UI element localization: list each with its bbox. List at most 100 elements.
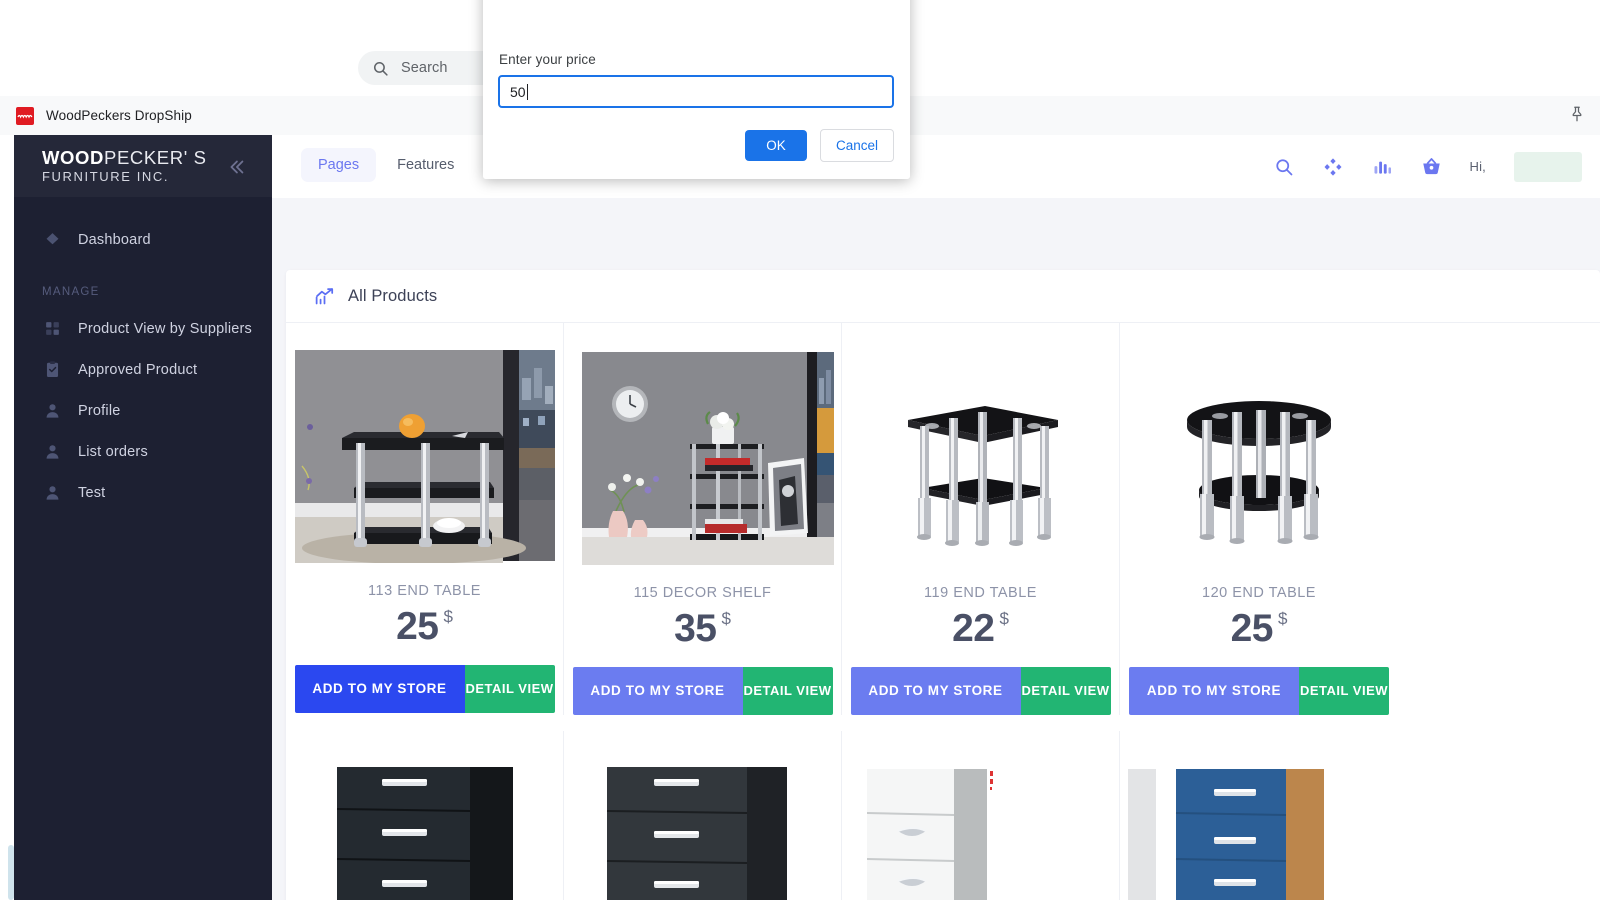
user-greeting: Hi, <box>1469 159 1486 174</box>
sidebar-item-list-orders[interactable]: List orders <box>14 431 272 472</box>
add-to-my-store-button[interactable]: ADD TO MY STORE <box>294 665 465 713</box>
diamond-icon <box>42 230 62 250</box>
product-grid-row-2 <box>286 731 1600 900</box>
tab-pages[interactable]: Pages <box>301 148 377 182</box>
user-icon <box>42 483 62 503</box>
basket-icon[interactable] <box>1421 156 1442 177</box>
sidebar-item-label: Test <box>78 484 106 501</box>
user-icon <box>42 442 62 462</box>
product-image-blue-dresser[interactable] <box>1128 749 1390 900</box>
product-image-black-square-table[interactable] <box>849 348 1112 565</box>
price-input[interactable]: 50 <box>498 75 894 108</box>
bookmark-woodpeckers-dropship[interactable]: WoodPeckers DropShip <box>16 103 192 128</box>
sidebar: WOODPECKER' S FURNITURE INC. Dashboard M… <box>14 135 272 900</box>
product-name: 119 END TABLE <box>924 585 1037 601</box>
product-image-decor-shelf[interactable] <box>571 348 834 565</box>
brand-name-bold: WOOD <box>42 147 105 169</box>
user-icon <box>42 401 62 421</box>
product-image-glass-end-table[interactable] <box>293 348 556 563</box>
chevron-double-left-icon[interactable] <box>222 153 250 181</box>
price-input-value: 50 <box>510 83 526 100</box>
product-card <box>842 731 1120 900</box>
sidebar-item-label: Approved Product <box>78 361 198 378</box>
product-card <box>1120 731 1398 900</box>
sidebar-nav: Dashboard MANAGE Product View by Supplie… <box>14 197 272 513</box>
product-image-white-dresser[interactable] <box>849 749 1112 900</box>
detail-view-button[interactable]: DETAIL VIEW <box>1020 667 1111 715</box>
product-actions: ADD TO MY STORE DETAIL VIEW <box>1120 667 1398 715</box>
currency-symbol: $ <box>1277 609 1288 628</box>
price-value: 22 <box>952 607 995 650</box>
brand-name-light: PECKER' S <box>104 147 207 169</box>
product-actions: ADD TO MY STORE DETAIL VIEW <box>286 665 563 713</box>
top-navigation-bar: Pages Features App Hi, <box>272 135 1600 199</box>
tab-features[interactable]: Features <box>380 148 471 182</box>
dialog-actions: OK Cancel <box>745 129 894 162</box>
trending-up-chart-icon <box>314 286 335 307</box>
sidebar-item-product-view-by-suppliers[interactable]: Product View by Suppliers <box>14 308 272 349</box>
text-caret <box>526 83 528 100</box>
product-actions: ADD TO MY STORE DETAIL VIEW <box>564 667 841 715</box>
product-card: 113 END TABLE 25 $ ADD TO MY STORE DETAIL… <box>286 323 564 715</box>
clipboard-check-icon <box>42 360 62 380</box>
detail-view-button[interactable]: DETAIL VIEW <box>742 667 833 715</box>
dialog-label: Enter your price <box>499 52 596 67</box>
grid-icon <box>42 319 62 339</box>
product-card <box>286 731 564 900</box>
price-value: 25 <box>1230 607 1274 650</box>
add-to-my-store-button[interactable]: ADD TO MY STORE <box>1129 667 1299 715</box>
sidebar-item-label: List orders <box>78 443 148 460</box>
bookmark-label: WoodPeckers DropShip <box>46 108 192 123</box>
sidebar-item-label: Dashboard <box>78 231 151 248</box>
product-actions: ADD TO MY STORE DETAIL VIEW <box>842 667 1119 715</box>
card-header: All Products <box>286 270 1600 323</box>
price-value: 25 <box>396 605 439 648</box>
product-price: 25 $ <box>286 605 563 649</box>
sidebar-item-approved-product[interactable]: Approved Product <box>14 349 272 390</box>
page-title: All Products <box>348 286 438 305</box>
sidebar-item-label: Product View by Suppliers <box>78 320 252 337</box>
ok-button[interactable]: OK <box>745 130 807 161</box>
main-content: All Products 113 END TABLE 25 $ ADD TO M… <box>272 198 1600 900</box>
favicon-icon <box>16 106 34 125</box>
brand-subtitle: FURNITURE INC. <box>42 168 170 184</box>
sidebar-item-test[interactable]: Test <box>14 472 272 513</box>
price-value: 35 <box>674 607 717 650</box>
detail-view-button[interactable]: DETAIL VIEW <box>464 665 555 713</box>
top-bar-actions: Hi, <box>1274 135 1582 198</box>
product-price: 35 $ <box>564 607 841 651</box>
search-icon[interactable] <box>1274 156 1295 177</box>
product-name: 113 END TABLE <box>368 583 481 599</box>
product-price: 25 $ <box>1120 607 1398 651</box>
app-shell: WOODPECKER' S FURNITURE INC. Dashboard M… <box>14 135 1600 900</box>
product-card: 120 END TABLE 25 $ ADD TO MY STORE DETAIL… <box>1120 323 1398 715</box>
product-image-black-dresser[interactable] <box>293 749 556 900</box>
screen: Search WoodPeckers DropShip WOODPECKER' … <box>0 0 1600 900</box>
sidebar-item-dashboard[interactable]: Dashboard <box>14 219 272 260</box>
sidebar-section-manage: MANAGE <box>42 286 100 298</box>
sidebar-item-label: Profile <box>78 402 121 419</box>
currency-symbol: $ <box>721 609 731 628</box>
product-price: 22 $ <box>842 607 1119 651</box>
product-image-black-round-table[interactable] <box>1128 348 1390 565</box>
brand-header: WOODPECKER' S FURNITURE INC. <box>14 135 272 197</box>
sidebar-item-profile[interactable]: Profile <box>14 390 272 431</box>
apps-diamond-icon[interactable] <box>1323 156 1344 177</box>
bar-chart-icon[interactable] <box>1372 156 1393 177</box>
cancel-button[interactable]: Cancel <box>820 129 894 162</box>
add-to-my-store-button[interactable]: ADD TO MY STORE <box>850 667 1021 715</box>
detail-view-button[interactable]: DETAIL VIEW <box>1299 667 1389 715</box>
user-avatar-chip[interactable] <box>1514 151 1582 182</box>
product-name: 115 DECOR SHELF <box>633 585 772 601</box>
all-products-card: All Products 113 END TABLE 25 $ ADD TO M… <box>286 270 1600 900</box>
product-image-dark-gray-dresser[interactable] <box>571 749 834 900</box>
price-prompt-dialog: Enter your price 50 OK Cancel <box>483 0 910 179</box>
currency-symbol: $ <box>443 607 453 626</box>
product-card: 115 DECOR SHELF 35 $ ADD TO MY STORE DETA… <box>564 323 842 715</box>
browser-left-edge <box>0 135 14 900</box>
add-to-my-store-button[interactable]: ADD TO MY STORE <box>572 667 743 715</box>
product-grid-row-1: 113 END TABLE 25 $ ADD TO MY STORE DETAIL… <box>286 323 1600 715</box>
pin-icon[interactable] <box>1568 105 1586 125</box>
search-icon <box>372 60 389 77</box>
browser-search-placeholder: Search <box>401 60 448 76</box>
